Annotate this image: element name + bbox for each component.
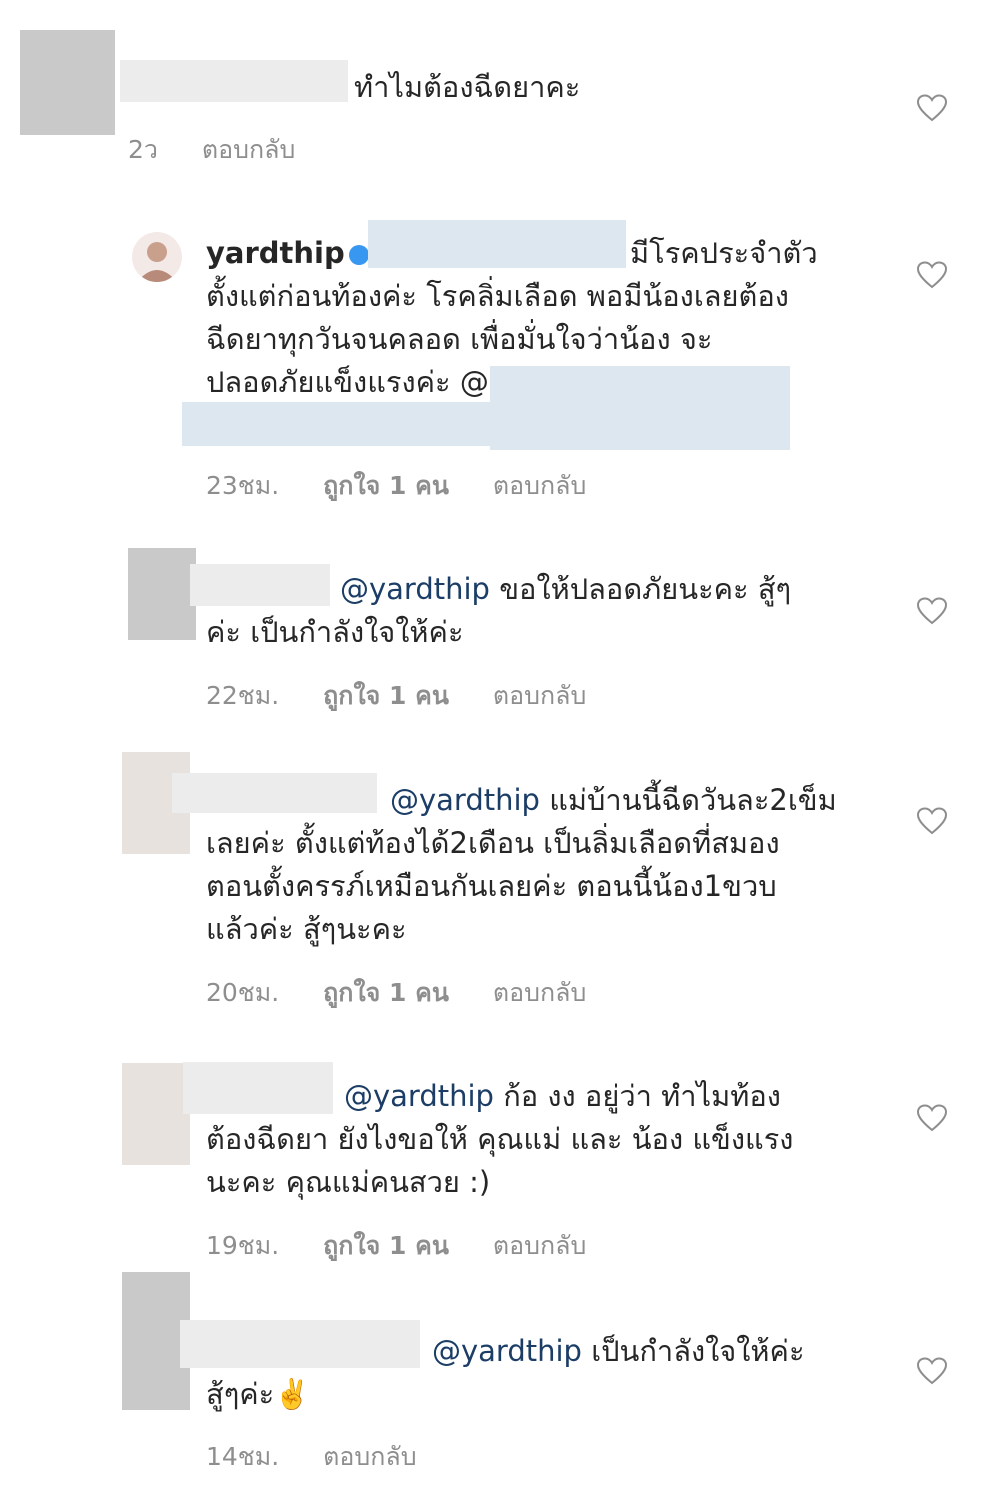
heart-icon[interactable] (917, 1104, 947, 1132)
heart-icon[interactable] (917, 261, 947, 289)
comment-text-line: ตั้งแต่ก่อนท้องค่ะ โรคลิ่มเลือด พอมีน้อง… (206, 279, 789, 313)
comment-text-line: @yardthip เป็นกำลังใจให้ค่ะ (432, 1334, 805, 1368)
avatar[interactable] (132, 232, 182, 282)
redacted-username (172, 773, 377, 813)
likes-count[interactable]: ถูกใจ 1 คน (323, 1231, 449, 1260)
comment-text-line: ตอนตั้งครรภ์เหมือนกันเลยค่ะ ตอนนี้น้อง1ข… (206, 869, 777, 903)
heart-icon[interactable] (917, 807, 947, 835)
likes-count[interactable]: ถูกใจ 1 คน (323, 471, 449, 500)
redacted-mention (368, 220, 626, 268)
comment-time: 20ชม. (206, 978, 280, 1007)
comment-meta: 2ว ตอบกลับ (128, 130, 331, 170)
heart-icon[interactable] (917, 597, 947, 625)
comment-username[interactable]: yardthip (206, 236, 345, 270)
comment-text-line: ค่ะ เป็นกำลังใจให้ค่ะ (206, 615, 464, 649)
heart-icon[interactable] (917, 94, 947, 122)
reply-button[interactable]: ตอบกลับ (493, 1231, 586, 1260)
reply-button[interactable]: ตอบกลับ (493, 471, 586, 500)
comment-meta: 23ชม. ถูกใจ 1 คน ตอบกลับ (206, 466, 622, 506)
reply-button[interactable]: ตอบกลับ (493, 681, 586, 710)
comment-text-line: ต้องฉีดยา ยังไงขอให้ คุณแม่ และ น้อง แข็… (206, 1122, 794, 1156)
heart-icon[interactable] (917, 1357, 947, 1385)
mention-link[interactable]: @yardthip (340, 572, 490, 606)
comment-text-line: ฉีดยาทุกวันจนคลอด เพื่อมั่นใจว่าน้อง จะ (206, 322, 713, 356)
comment-text-line: ปลอดภัยแข็งแรงค่ะ @ (206, 365, 489, 399)
avatar[interactable] (122, 1063, 190, 1165)
avatar[interactable] (20, 30, 115, 135)
comment-meta: 20ชม. ถูกใจ 1 คน ตอบกลับ (206, 973, 622, 1013)
reply-button[interactable]: ตอบกลับ (493, 978, 586, 1007)
mention-link[interactable]: @yardthip (432, 1334, 582, 1368)
comment-text-line: มีโรคประจำตัว (630, 236, 818, 270)
comment-time: 19ชม. (206, 1231, 280, 1260)
likes-count[interactable]: ถูกใจ 1 คน (323, 978, 449, 1007)
mention-link[interactable]: @yardthip (390, 783, 540, 817)
comment-meta: 22ชม. ถูกใจ 1 คน ตอบกลับ (206, 676, 622, 716)
redacted-username (190, 564, 330, 606)
mention-link[interactable]: @yardthip (344, 1079, 494, 1113)
redacted-username (180, 1320, 420, 1368)
comment-time: 2ว (128, 135, 158, 164)
comment-text-line: เลยค่ะ ตั้งแต่ท้องได้2เดือน เป็นลิ่มเลือ… (206, 826, 780, 860)
comment-text-line: นะคะ คุณแม่คนสวย :) (206, 1165, 491, 1199)
comment-text-line: @yardthip แม่บ้านนี้ฉีดวันละ2เข็ม (390, 783, 837, 817)
profile-photo (137, 242, 177, 282)
comment-text-line: @yardthip ขอให้ปลอดภัยนะคะ สู้ๆ (340, 572, 792, 606)
reply-button[interactable]: ตอบกลับ (323, 1442, 416, 1471)
comment-text-line: @yardthip ก้อ งง อยู่ว่า ทำไมท้อง (344, 1079, 781, 1113)
comment-text-line: สู้ๆค่ะ✌️ (206, 1377, 311, 1411)
comment-time: 22ชม. (206, 681, 280, 710)
comment-meta: 19ชม. ถูกใจ 1 คน ตอบกลับ (206, 1226, 622, 1266)
comment-time: 14ชม. (206, 1442, 280, 1471)
redacted-username (183, 1062, 333, 1114)
avatar[interactable] (128, 548, 196, 640)
comment-text-line: แล้วค่ะ สู้ๆนะคะ (206, 912, 407, 946)
comment-author-line: yardthip (206, 232, 373, 275)
reply-button[interactable]: ตอบกลับ (202, 135, 295, 164)
verified-badge-icon (348, 245, 369, 265)
likes-count[interactable]: ถูกใจ 1 คน (323, 681, 449, 710)
redacted-mention (490, 366, 790, 450)
redacted-mention (182, 402, 492, 446)
comment-text: ทำไมต้องฉีดยาคะ (354, 70, 581, 104)
redacted-username (120, 60, 348, 102)
comment-time: 23ชม. (206, 471, 280, 500)
comment-meta: 14ชม. ตอบกลับ (206, 1437, 453, 1477)
